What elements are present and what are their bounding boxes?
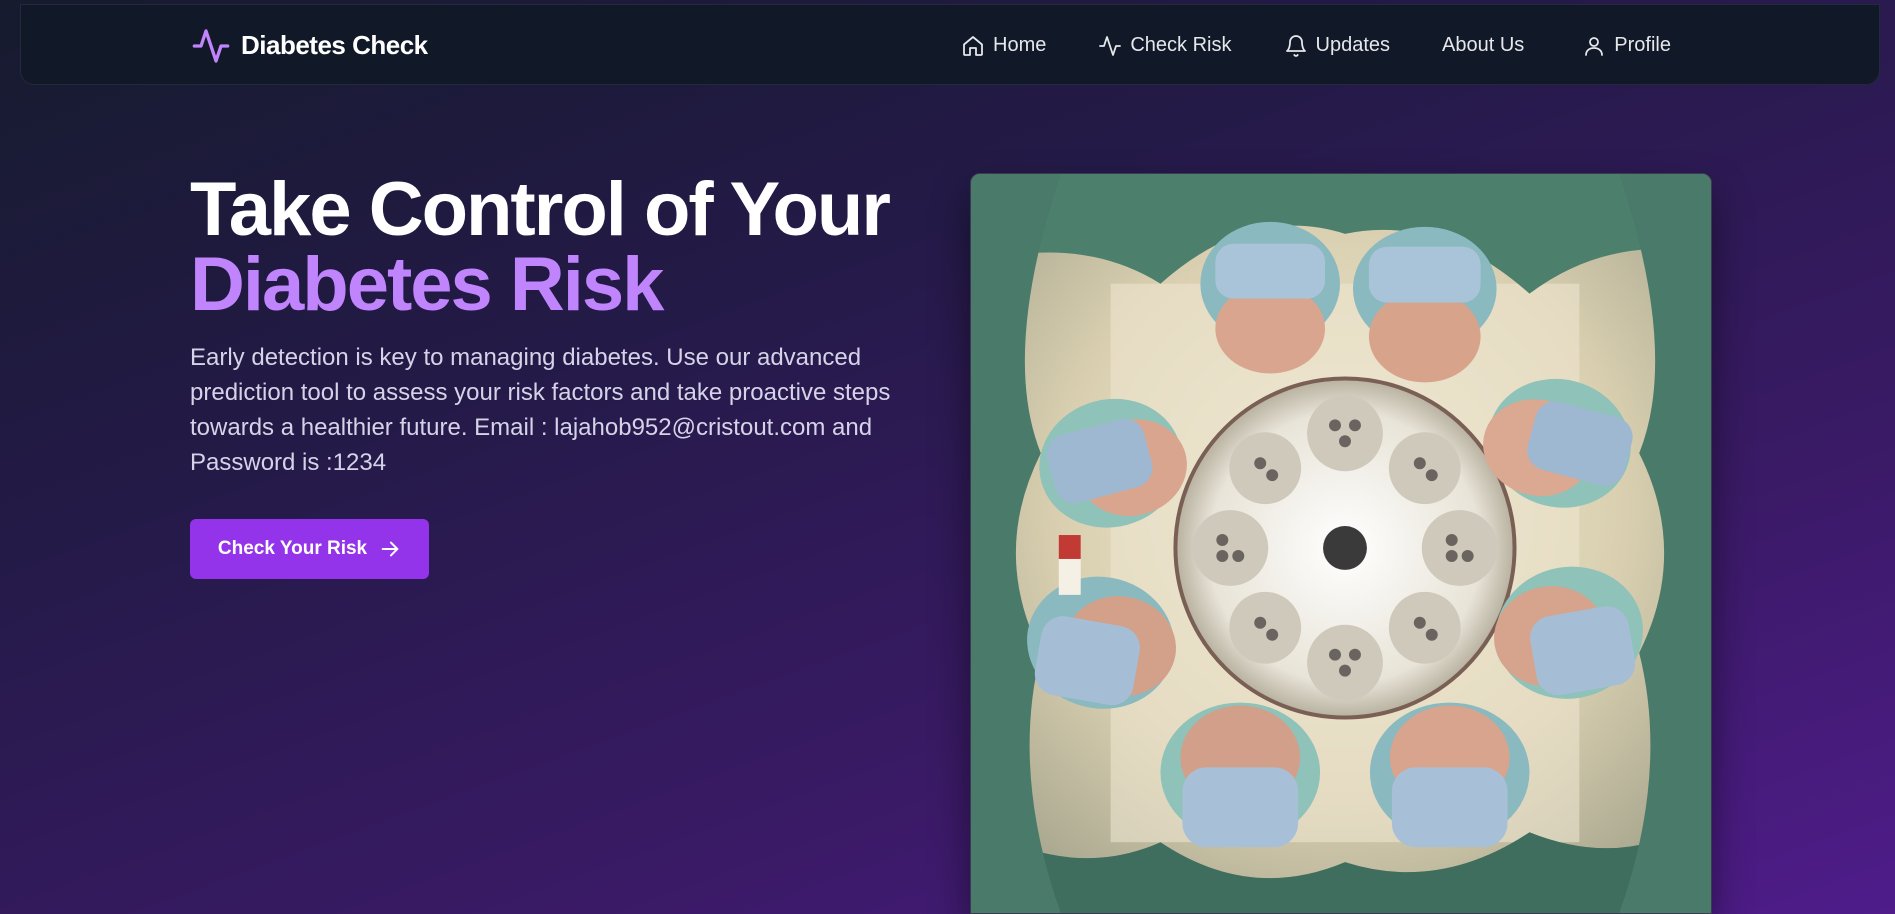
arrow-right-icon (381, 541, 399, 557)
hero-description: Early detection is key to managing diabe… (190, 344, 891, 476)
hero-title-line2: Diabetes Risk (190, 242, 664, 327)
nav-item-profile[interactable]: Profile (1582, 34, 1671, 58)
surgeons-photo (971, 174, 1711, 913)
top-navbar: Diabetes Check Home Check Risk Updates A… (20, 4, 1880, 85)
home-icon (963, 35, 983, 56)
bell-icon (1285, 34, 1306, 57)
nav-item-home[interactable]: Home (961, 34, 1046, 58)
user-icon (1585, 36, 1604, 56)
cta-label: Check Your Risk (217, 538, 368, 559)
nav-item-about-us[interactable]: About Us (1442, 34, 1524, 57)
nav-item-label: Updates (1315, 34, 1391, 56)
nav-item-label: Home (993, 34, 1047, 56)
hero-image (970, 173, 1712, 914)
activity-icon (192, 28, 230, 63)
nav-item-check-risk[interactable]: Check Risk (1098, 34, 1232, 58)
nav-links: Home Check Risk Updates About Us Profile (961, 5, 1671, 86)
check-your-risk-button[interactable]: Check Your Risk (190, 519, 429, 579)
nav-item-updates[interactable]: Updates (1284, 34, 1391, 58)
brand-name: Diabetes Check (241, 30, 428, 60)
nav-item-label: Profile (1614, 34, 1671, 56)
hero-title-line1: Take Control of Your (190, 167, 891, 252)
activity-icon (1099, 35, 1122, 56)
brand-logo[interactable]: Diabetes Check (191, 5, 428, 86)
nav-item-label: About Us (1442, 34, 1525, 56)
hero-title: Take Control of Your Diabetes Risk (190, 167, 970, 327)
nav-item-label: Check Risk (1130, 34, 1232, 56)
